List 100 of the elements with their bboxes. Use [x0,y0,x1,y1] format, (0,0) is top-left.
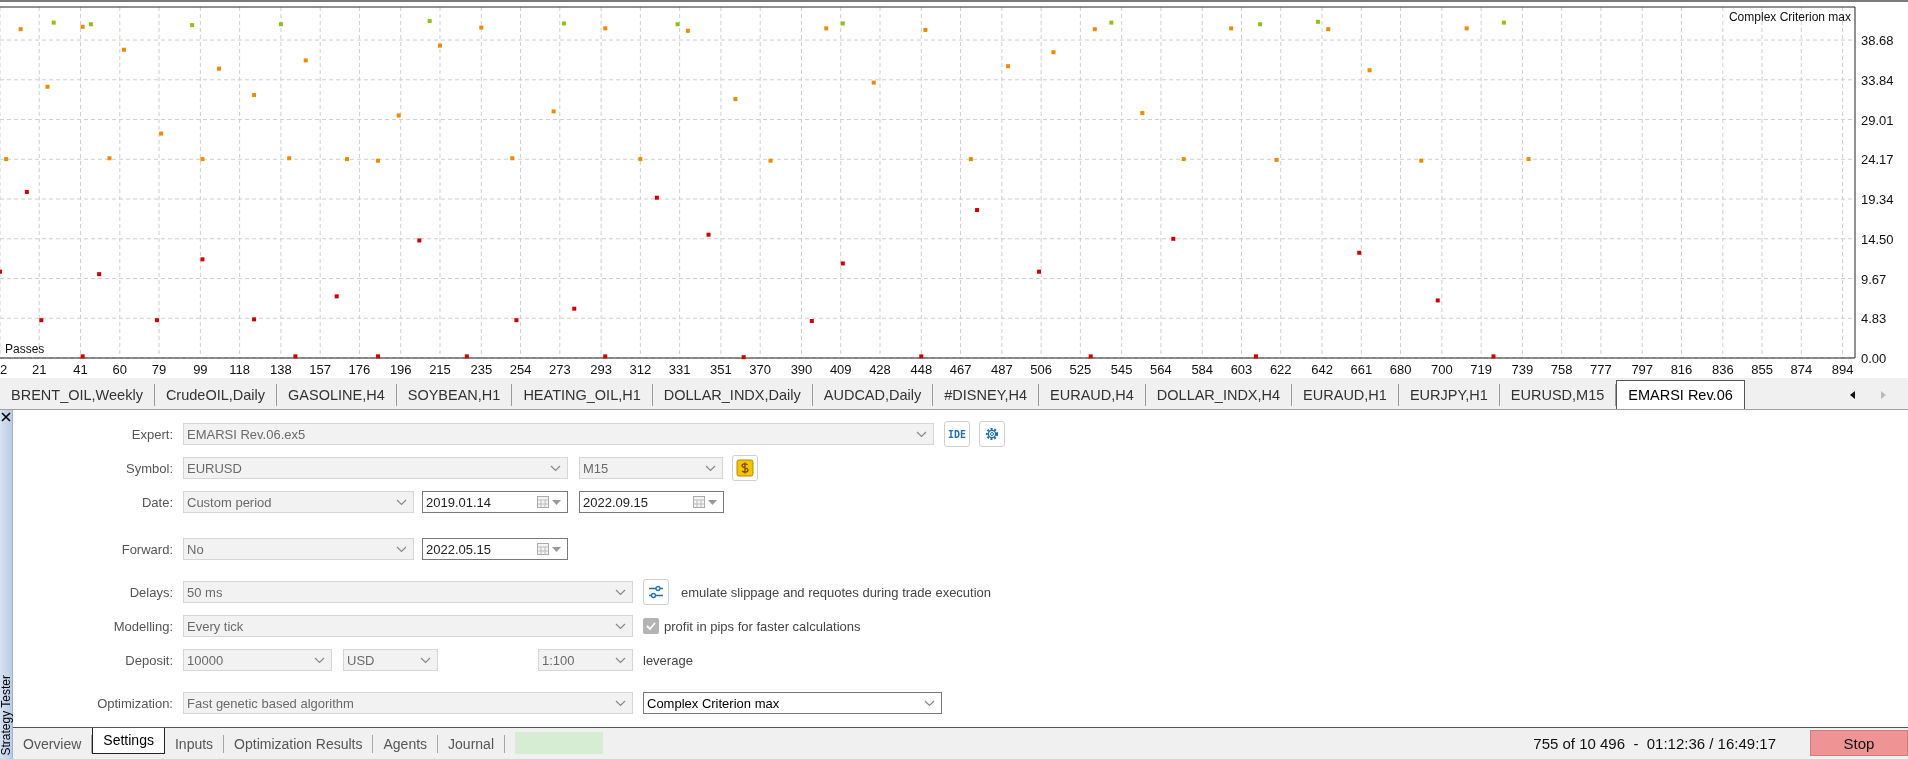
data-point [24,189,29,194]
date-field[interactable]: 2019.01.14 [422,491,568,513]
data-point [345,157,350,162]
data-point [768,158,773,163]
axis-tick-label: 273 [548,362,571,377]
axis-tick-label: 41 [73,362,88,377]
axis-tick-label: 855 [1751,362,1773,377]
tab[interactable]: EURJPY,H1 [1398,384,1500,406]
tab[interactable]: CrudeOIL,Daily [154,384,277,406]
data-point [303,58,308,63]
tab[interactable]: EURAUD,H4 [1039,384,1146,406]
tab[interactable]: DOLLAR_INDX,H4 [1145,384,1293,406]
date-field[interactable]: 2022.09.15 [579,491,724,513]
axis-tick-label: 118 [229,362,250,377]
data-point [1051,50,1056,55]
tab[interactable]: HEATING_OIL,H1 [512,384,653,406]
axis-tick-label: 603 [1230,362,1253,377]
checkmark-icon [645,620,657,632]
axis-tick-label: 836 [1711,362,1734,377]
data-point [1274,157,1279,162]
tab[interactable]: Agents [373,735,439,753]
axis-tick-label: 0.00 [1861,351,1887,366]
dropdown[interactable]: Complex Criterion max [643,692,942,714]
data-point [376,158,380,163]
sliders-icon[interactable] [648,584,664,600]
caret-down-icon[interactable] [552,546,561,552]
axis-tick-label: 661 [1350,362,1373,377]
data-point [376,354,380,359]
data-point [1501,20,1506,25]
data-point [1181,157,1186,162]
axis-tick-label: 525 [1069,362,1092,377]
scroll-left-button[interactable] [1848,390,1858,400]
tab[interactable]: EMARSI Rev.06 [1616,380,1745,409]
axis-tick-label: 215 [429,362,451,377]
tab[interactable]: GASOLINE,H4 [277,384,397,406]
axis-tick-label: 24.17 [1861,152,1894,168]
tab[interactable]: SOYBEAN,H1 [396,384,513,406]
data-point [1109,20,1114,25]
tab[interactable]: Inputs [164,735,225,753]
axis-tick-label: 14.50 [1861,231,1894,247]
chevron-down-icon[interactable] [924,699,935,707]
caret-down-icon[interactable] [708,499,717,505]
tab[interactable]: Settings [92,727,165,754]
data-point [1253,354,1258,359]
data-point [840,261,845,266]
data-point [638,157,643,162]
calendar-icon[interactable] [537,496,549,508]
axis-label: Passes [5,342,45,356]
axis-tick-label: 2 [0,362,8,377]
tab[interactable]: BRENT_OIL,Weekly [0,384,155,406]
data-point [97,272,102,277]
data-point [1088,354,1093,359]
field-label: Date: [140,494,173,510]
data-point [107,156,112,161]
data-point [18,27,23,32]
gear-icon[interactable] [984,426,1000,442]
data-point [675,22,680,27]
data-point [88,22,93,27]
close-icon[interactable] [1,412,11,422]
data-point [1140,111,1145,116]
tab[interactable]: DOLLAR_INDX,Daily [652,384,813,406]
field-label: Expert: [130,426,173,442]
axis-tick-label: 99 [193,362,208,377]
data-point [4,157,9,162]
chart-title: Complex Criterion max [1728,10,1851,24]
axis-tick-label: 506 [1030,362,1052,377]
data-point [417,238,422,243]
tab[interactable]: AUDCAD,Daily [812,384,934,406]
data-point [1464,26,1469,31]
tab[interactable]: Optimization Results [224,735,374,753]
axis-tick-label: 312 [629,362,652,377]
sliders-button[interactable] [643,579,669,605]
data-point [252,92,257,97]
data-point [1006,64,1011,69]
tab[interactable]: EURAUD,H1 [1292,384,1399,406]
tab[interactable]: #DISNEY,H4 [933,384,1039,406]
caret-down-icon[interactable] [552,499,561,505]
data-point [200,157,205,162]
ide-button[interactable]: IDE [944,421,970,447]
data-point [216,66,221,71]
data-point [654,195,659,200]
calendar-icon[interactable] [537,543,549,555]
field-label: Deposit: [124,652,173,668]
data-point [1171,236,1176,241]
data-point [975,208,980,213]
data-point [1315,19,1320,24]
data-point [968,157,973,162]
axis-tick-label: 235 [470,362,493,377]
date-field[interactable]: 2022.05.15 [422,538,568,560]
calendar-icon[interactable] [693,496,705,508]
stop-button[interactable]: Stop [1810,730,1908,756]
tab[interactable]: Journal [438,735,505,753]
axis-tick-label: 428 [869,362,891,377]
scroll-right-button[interactable] [1878,390,1888,400]
data-point [741,355,746,360]
data-point [1491,354,1496,359]
data-point [733,97,738,102]
settings-button[interactable] [979,421,1005,447]
axis-tick-label: 777 [1590,362,1612,377]
data-point [871,80,876,85]
